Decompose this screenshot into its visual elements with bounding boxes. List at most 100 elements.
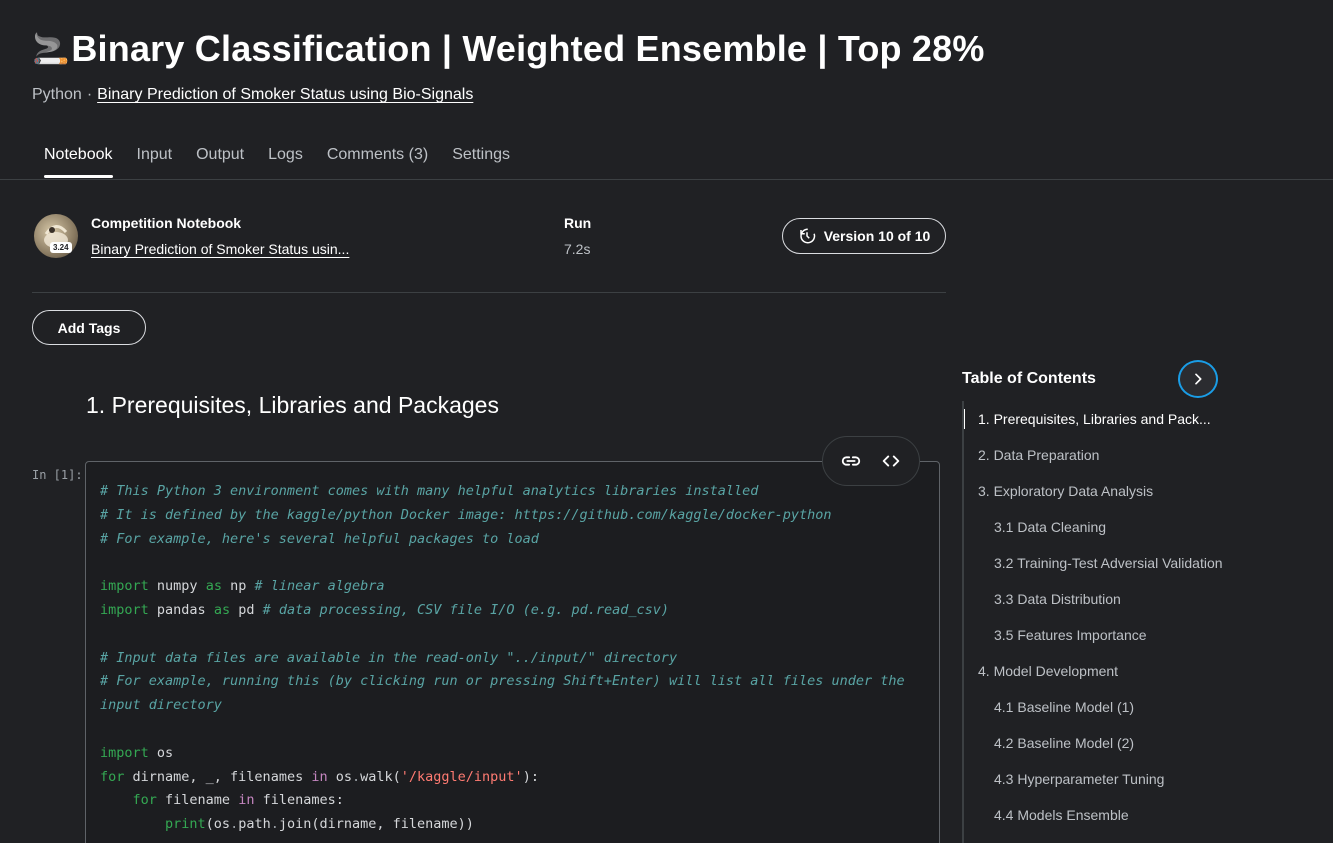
code-text: numpy: [148, 578, 206, 595]
code-icon-svg: [882, 455, 900, 467]
notebook-type-label: Competition Notebook: [91, 215, 242, 231]
tab-logs[interactable]: Logs: [256, 140, 315, 178]
tab-input[interactable]: Input: [125, 140, 185, 178]
code-keyword: import: [100, 601, 149, 618]
code-line: for dirname, _, filenames in os.walk('/k…: [100, 766, 925, 790]
code-keyword: as: [213, 601, 231, 618]
tab-notebook[interactable]: Notebook: [32, 140, 125, 178]
tab-output[interactable]: Output: [184, 140, 256, 178]
code-text: os: [148, 744, 174, 761]
toc-item-data-preparation[interactable]: 2. Data Preparation: [964, 437, 1232, 473]
version-label: Version 10 of 10: [823, 228, 931, 244]
toc-item-prerequisites[interactable]: 1. Prerequisites, Libraries and Pack...: [964, 401, 1232, 437]
code-toggle-icon[interactable]: [880, 450, 902, 472]
toc-item-baseline-1[interactable]: 4.1 Baseline Model (1): [964, 689, 1232, 725]
code-line: print(os.path.join(dirname, filename)): [100, 813, 925, 837]
toc-item-adversarial-validation[interactable]: 3.2 Training-Test Adversial Validation: [964, 545, 1232, 581]
notebook-page: 🚬 Binary Classification | Weighted Ensem…: [0, 0, 1333, 843]
notebook-tabs: Notebook Input Output Logs Comments (3) …: [32, 140, 522, 178]
code-dot: .: [270, 816, 279, 833]
code-builtin: print: [165, 816, 206, 833]
code-keyword: import: [100, 578, 149, 595]
toc-item-data-cleaning[interactable]: 3.1 Data Cleaning: [964, 509, 1232, 545]
code-line: # This Python 3 environment comes with m…: [100, 480, 925, 504]
toc-item-models-ensemble[interactable]: 4.4 Models Ensemble: [964, 797, 1232, 833]
code-keyword: for: [132, 792, 157, 809]
code-string: '/kaggle/input': [400, 768, 523, 785]
code-text: join(dirname, filename)): [278, 816, 474, 833]
toc-title: Table of Contents: [962, 370, 1096, 387]
competition-short-link[interactable]: Binary Prediction of Smoker Status usin.…: [91, 241, 349, 257]
code-line: # For example, running this (by clicking…: [100, 670, 925, 694]
toc-item-eda[interactable]: 3. Exploratory Data Analysis: [964, 473, 1232, 509]
info-divider: [32, 292, 946, 293]
avatar-badge: 3.24: [50, 242, 72, 253]
code-line: for filename in filenames:: [100, 789, 925, 813]
code-comment: # data processing, CSV file I/O (e.g. pd…: [262, 601, 669, 618]
code-keyword: for: [100, 768, 125, 785]
subtitle-separator: ·: [86, 86, 93, 103]
code-comment: # It is defined by the kaggle/python Doc…: [100, 506, 832, 523]
code-line: # Input data files are available in the …: [100, 647, 925, 671]
code-text: (os: [205, 816, 231, 833]
toc-collapse-button[interactable]: [1178, 360, 1218, 398]
section-heading: 1. Prerequisites, Libraries and Packages: [86, 392, 499, 418]
code-comment: input directory: [100, 697, 222, 714]
code-comment: # This Python 3 environment comes with m…: [100, 483, 759, 499]
link-icon-svg: [841, 456, 861, 466]
code-line: import pandas as pd # data processing, C…: [100, 599, 925, 623]
chevron-right-icon: [1195, 373, 1202, 385]
code-line: import os: [100, 742, 925, 766]
code-keyword: as: [205, 578, 222, 595]
code-operator: in: [238, 792, 255, 809]
code-comment: # Input data files are available in the …: [100, 649, 678, 666]
code-text: ):: [522, 768, 539, 785]
add-tags-button[interactable]: Add Tags: [32, 310, 146, 345]
code-cell[interactable]: # This Python 3 environment comes with m…: [85, 461, 940, 843]
tab-settings[interactable]: Settings: [440, 140, 522, 178]
code-line: # For example, here's several helpful pa…: [100, 528, 925, 552]
run-duration: 7.2s: [564, 241, 591, 257]
link-icon[interactable]: [840, 450, 862, 472]
tabs-divider: [0, 179, 1333, 180]
code-text: walk(: [360, 768, 401, 785]
code-line: import numpy as np # linear algebra: [100, 575, 925, 599]
code-text: os: [327, 768, 352, 785]
code-text: pandas: [148, 601, 214, 618]
code-line: input directory: [100, 694, 925, 718]
toc-list: 1. Prerequisites, Libraries and Pack... …: [962, 401, 1232, 843]
version-button[interactable]: Version 10 of 10: [782, 218, 946, 254]
code-text: dirname, _, filenames: [124, 768, 312, 785]
code-keyword: import: [100, 744, 149, 761]
code-dot: .: [230, 816, 239, 833]
code-text: filename: [156, 792, 239, 809]
competition-link[interactable]: Binary Prediction of Smoker Status using…: [97, 86, 473, 103]
cell-execution-label: In [1]:: [32, 468, 83, 482]
code-line: # It is defined by the kaggle/python Doc…: [100, 504, 925, 528]
tab-comments[interactable]: Comments (3): [315, 140, 440, 178]
toc-item-hyperparameter-tuning[interactable]: 4.3 Hyperparameter Tuning: [964, 761, 1232, 797]
toc-item-model-development[interactable]: 4. Model Development: [964, 653, 1232, 689]
page-title: 🚬 Binary Classification | Weighted Ensem…: [32, 28, 985, 70]
code-comment: # linear algebra: [254, 578, 385, 595]
toc-item-data-distribution[interactable]: 3.3 Data Distribution: [964, 581, 1232, 617]
toc-item-features-importance[interactable]: 3.5 Features Importance: [964, 617, 1232, 653]
code-comment: # For example, running this (by clicking…: [100, 673, 905, 690]
code-operator: in: [311, 768, 328, 785]
language-label: Python: [32, 86, 82, 103]
cigarette-icon: 🚬: [32, 31, 70, 67]
notebook-title: Binary Classification | Weighted Ensembl…: [71, 28, 985, 69]
code-text: pd: [230, 601, 263, 618]
code-text: np: [221, 578, 255, 595]
code-text: filenames:: [254, 792, 344, 809]
run-label: Run: [564, 215, 592, 231]
cell-toolbar: [822, 436, 920, 486]
code-comment: # For example, here's several helpful pa…: [100, 530, 539, 547]
code-dot: .: [351, 768, 361, 785]
toc-item-baseline-2[interactable]: 4.2 Baseline Model (2): [964, 725, 1232, 761]
code-text: path: [238, 816, 271, 833]
notebook-subtitle: Python · Binary Prediction of Smoker Statu…: [32, 86, 473, 104]
